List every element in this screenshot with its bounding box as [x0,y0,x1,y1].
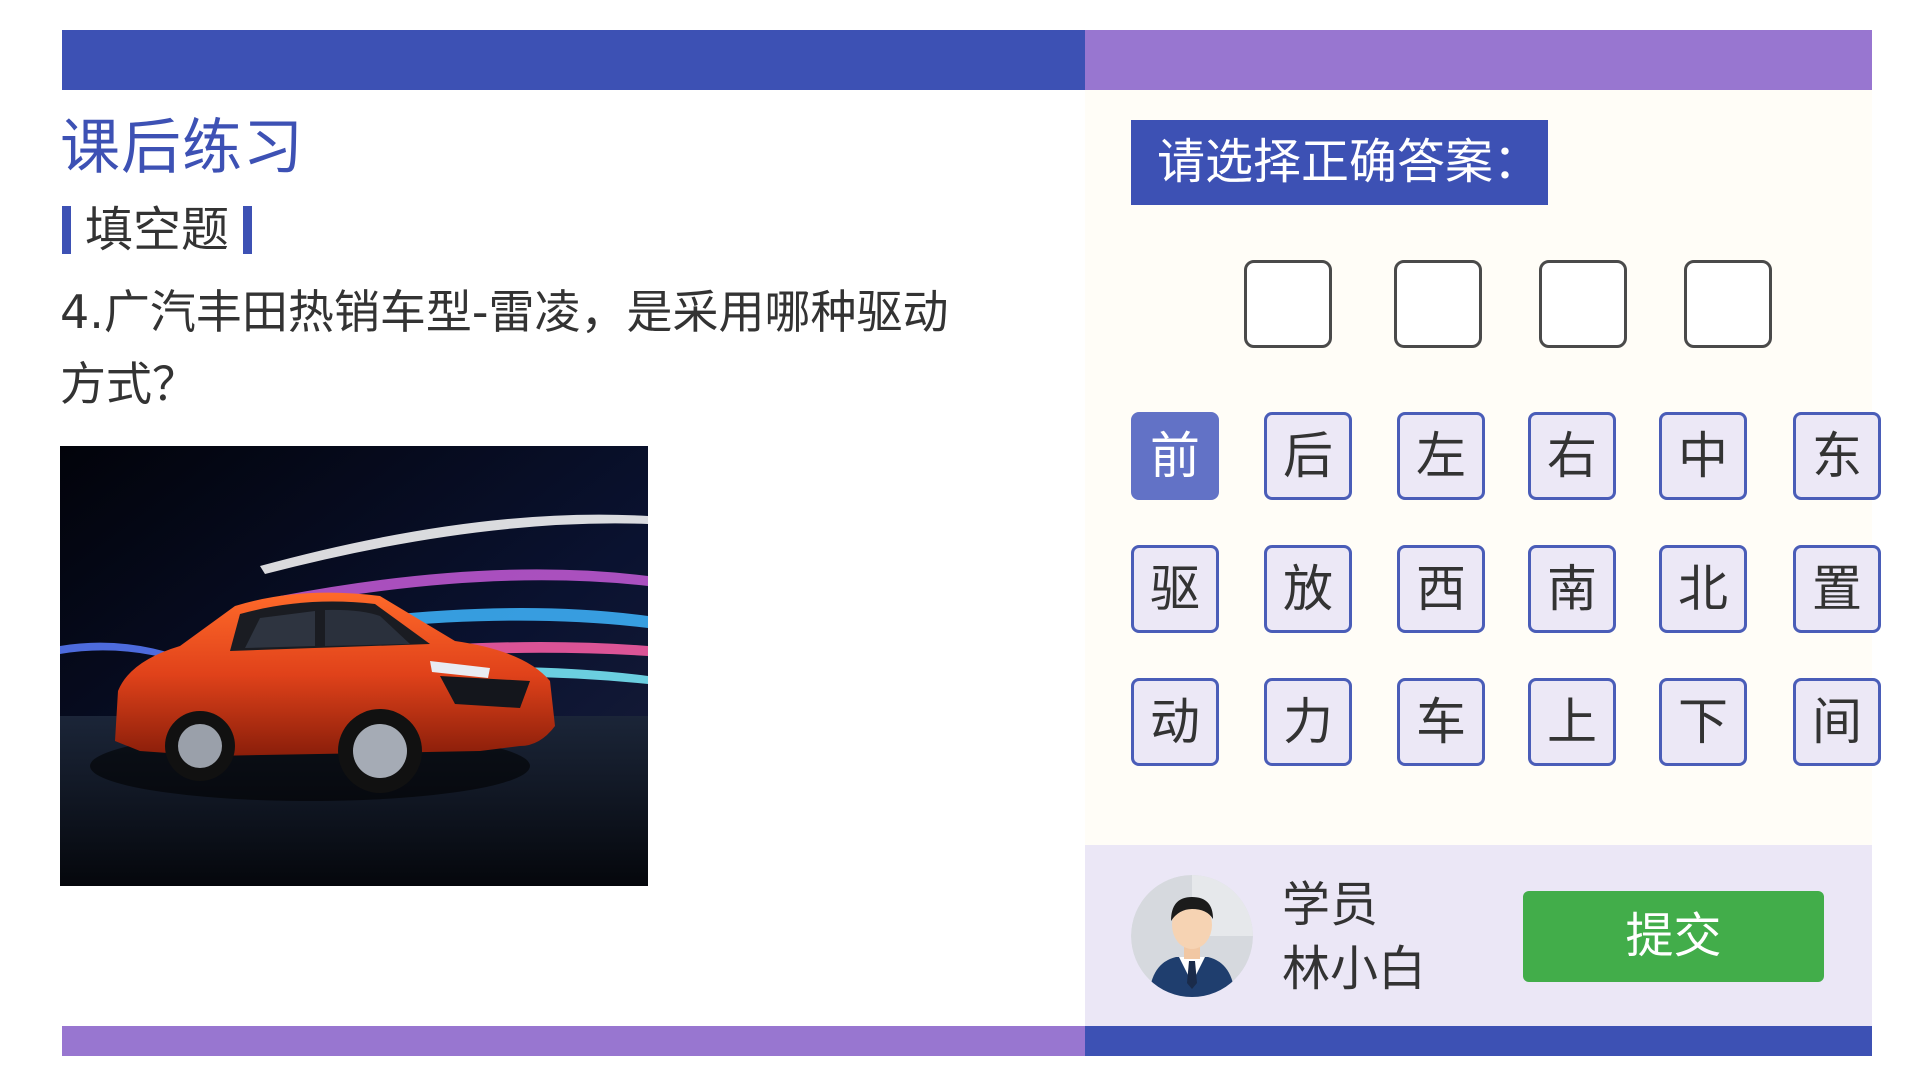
bottom-left-accent-bar [62,1026,1085,1056]
char-option[interactable]: 右 [1528,412,1616,500]
answer-slot-1[interactable] [1244,260,1332,348]
top-left-accent-bar [62,30,1085,90]
student-role: 学员 [1282,877,1379,933]
char-option[interactable]: 东 [1793,412,1881,500]
char-option[interactable]: 上 [1528,678,1616,766]
student-name: 林小白 [1282,941,1427,997]
char-option[interactable]: 放 [1264,545,1352,633]
char-option[interactable]: 力 [1264,678,1352,766]
prompt-label: 请选择正确答案： [1131,120,1548,205]
submit-button[interactable]: 提交 [1523,891,1824,982]
answer-slot-2[interactable] [1394,260,1482,348]
section-label-text: 填空题 [85,202,230,258]
char-option[interactable]: 左 [1397,412,1485,500]
char-option[interactable]: 置 [1793,545,1881,633]
section-left-tick [62,206,71,254]
section-label: 填空题 [62,202,253,258]
char-option[interactable]: 间 [1793,678,1881,766]
char-option[interactable]: 后 [1264,412,1352,500]
char-option[interactable]: 前 [1131,412,1219,500]
section-right-tick [243,206,253,254]
question-text: 4.广汽丰田热销车型-雷凌，是采用哪种驱动方式？ [60,285,949,411]
char-option[interactable]: 动 [1131,678,1219,766]
char-option[interactable]: 驱 [1131,545,1219,633]
char-option[interactable]: 南 [1528,545,1616,633]
char-option[interactable]: 西 [1397,545,1485,633]
char-option[interactable]: 北 [1659,545,1747,633]
bottom-right-accent-bar [1085,1026,1872,1056]
char-option[interactable]: 中 [1659,412,1747,500]
char-option[interactable]: 车 [1397,678,1485,766]
answer-slot-3[interactable] [1539,260,1627,348]
student-avatar-icon [1131,875,1253,997]
lesson-title: 课后练习 [60,113,304,183]
car-image [60,446,648,886]
answer-slot-4[interactable] [1684,260,1772,348]
char-option[interactable]: 下 [1659,678,1747,766]
top-right-accent-bar [1085,30,1872,90]
